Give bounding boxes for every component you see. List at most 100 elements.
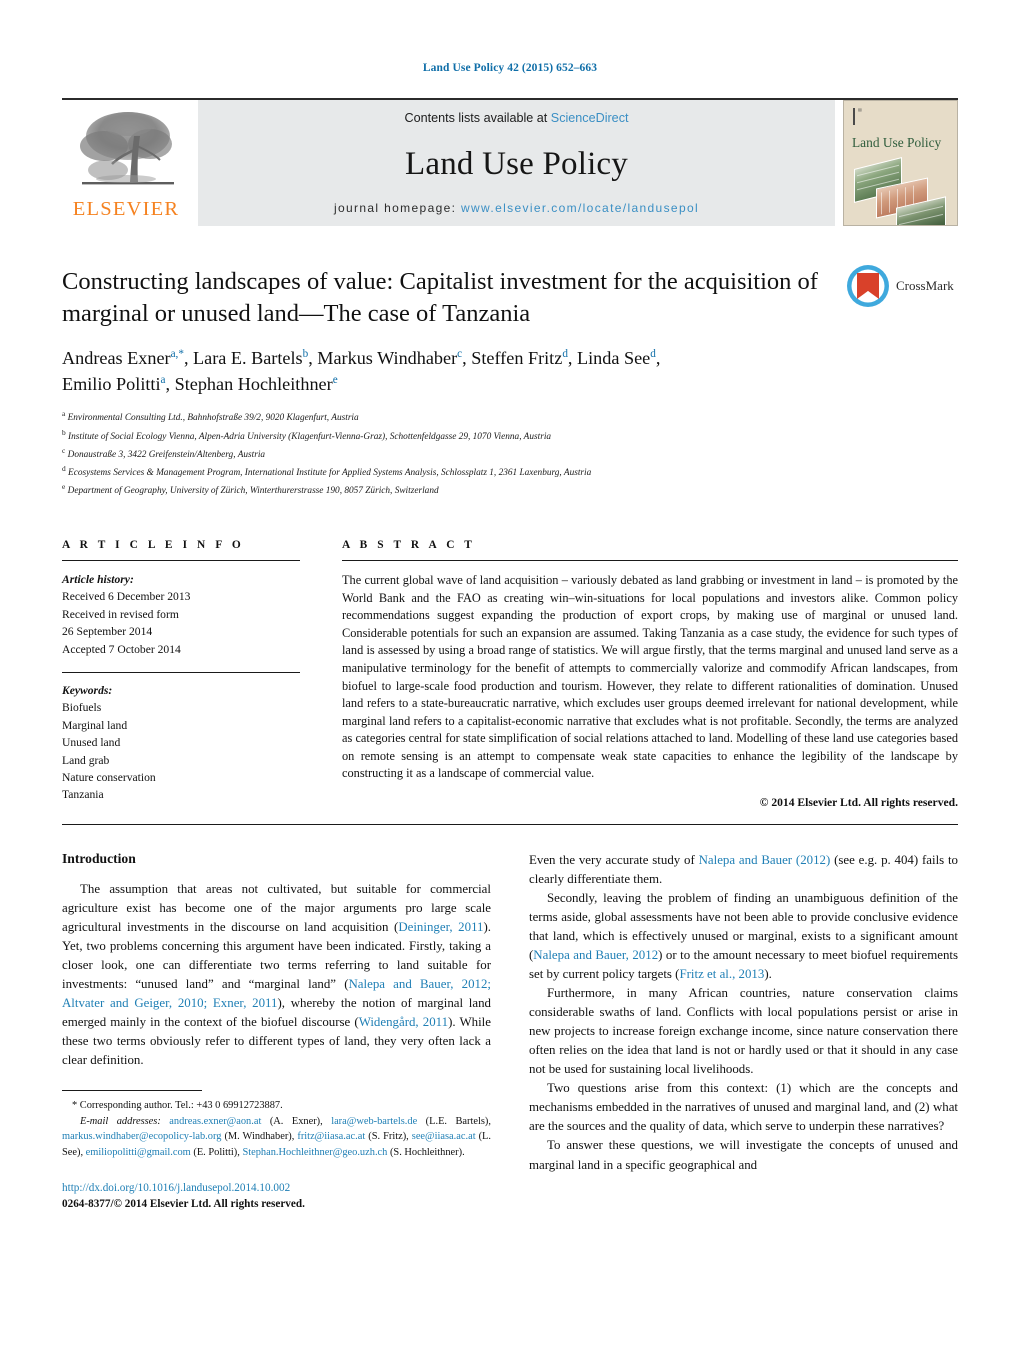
crossmark-icon — [847, 265, 889, 307]
abstract-text: The current global wave of land acquisit… — [342, 573, 958, 781]
doi-block: http://dx.doi.org/10.1016/j.landusepol.2… — [62, 1180, 491, 1212]
keyword-item: Land grab — [62, 753, 110, 767]
citation-link[interactable]: Widengård, 2011 — [359, 1015, 448, 1029]
author-mark: d — [650, 347, 656, 360]
affiliation-mark: e — [62, 481, 66, 491]
citation-link[interactable]: Fritz et al., 2013 — [679, 967, 764, 981]
email-link[interactable]: lara@web-bartels.de — [331, 1116, 417, 1127]
affiliation-item: c Donaustraße 3, 3422 Greifenstein/Alten… — [62, 445, 958, 463]
body-left-column: Introduction The assumption that areas n… — [62, 851, 491, 1212]
keyword-item: Nature conservation — [62, 770, 156, 784]
history-item: 26 September 2014 — [62, 625, 153, 639]
keywords-label: Keywords: — [62, 684, 113, 698]
email-link[interactable]: markus.windhaber@ecopolicy-lab.org — [62, 1131, 221, 1142]
elsevier-logo: ELSEVIER — [62, 100, 190, 226]
keyword-item: Tanzania — [62, 788, 104, 802]
affiliation-text: Institute of Social Ecology Vienna, Alpe… — [68, 431, 552, 442]
keyword-list: Keywords: Biofuels Marginal land Unused … — [62, 682, 300, 804]
email-link[interactable]: andreas.exner@aon.at — [169, 1116, 261, 1127]
corresponding-author-note: * Corresponding author. Tel.: +43 0 6991… — [72, 1100, 283, 1112]
doi-link[interactable]: http://dx.doi.org/10.1016/j.landusepol.2… — [62, 1180, 491, 1196]
author-mark: e — [332, 373, 338, 386]
running-head: Land Use Policy 42 (2015) 652–663 — [422, 62, 598, 74]
email-link[interactable]: fritz@iiasa.ac.at — [297, 1131, 365, 1142]
email-owner: (A. Exner) — [269, 1115, 321, 1127]
author-list: Andreas Exnera,*, Lara E. Bartelsb, Mark… — [62, 347, 661, 394]
citation-link[interactable]: Deininger, 2011 — [398, 920, 483, 934]
body-paragraph: Furthermore, in many African countries, … — [529, 986, 958, 1077]
article-info-column: A R T I C L E I N F O Article history: R… — [62, 539, 300, 809]
article-info-heading: A R T I C L E I N F O — [62, 539, 245, 552]
divider — [62, 560, 300, 562]
contents-available-line: Contents lists available at ScienceDirec… — [404, 111, 628, 125]
email-owner: (M. Windhaber) — [224, 1131, 292, 1143]
keyword-item: Marginal land — [62, 718, 128, 732]
article-history: Article history: Received 6 December 201… — [62, 571, 300, 658]
citation-link[interactable]: Nalepa and Bauer (2012) — [699, 853, 831, 867]
affiliation-list: a Environmental Consulting Ltd., Bahnhof… — [62, 408, 958, 499]
abstract-heading: A B S T R A C T — [342, 539, 476, 552]
author-name: Emilio Politti — [62, 373, 161, 394]
affiliation-mark: a — [62, 409, 66, 419]
body-paragraph: Even the very accurate study of Nalepa a… — [529, 853, 959, 887]
title-block: CrossMark Constructing landscapes of val… — [62, 264, 958, 499]
email-owner: (E. Politti) — [193, 1146, 238, 1158]
author-mark: a — [160, 373, 166, 386]
journal-title: Land Use Policy — [405, 145, 628, 182]
body-paragraph: Secondly, leaving the problem of finding… — [529, 891, 958, 982]
divider — [62, 672, 300, 674]
author-name: Stephan Hochleithner — [174, 373, 333, 394]
divider — [62, 824, 958, 826]
body-paragraph: To answer these questions, we will inves… — [529, 1138, 958, 1172]
info-abstract-section: A R T I C L E I N F O Article history: R… — [62, 539, 958, 809]
crossmark-badge[interactable]: CrossMark — [846, 264, 958, 322]
divider — [342, 560, 958, 562]
journal-homepage-line: journal homepage: www.elsevier.com/locat… — [334, 201, 699, 215]
author-name: Markus Windhaber — [317, 347, 458, 368]
affiliation-item: d Ecosystems Services & Management Progr… — [62, 463, 958, 481]
email-owner: (S. Hochleithner) — [389, 1146, 463, 1158]
body-paragraph: Two questions arise from this context: (… — [529, 1081, 958, 1134]
citation-link[interactable]: Nalepa and Bauer, 2012; Altvater and Gei… — [62, 977, 491, 1010]
author-mark: a,* — [170, 347, 184, 360]
page-title: Constructing landscapes of value: Capita… — [62, 268, 818, 327]
author-name: Linda See — [577, 347, 651, 368]
sciencedirect-link[interactable]: ScienceDirect — [551, 111, 629, 125]
affiliation-text: Department of Geography, University of Z… — [67, 486, 439, 497]
abstract-column: A B S T R A C T The current global wave … — [342, 539, 958, 809]
email-owner: (L.E. Bartels) — [425, 1115, 489, 1127]
crossmark-label: CrossMark — [896, 278, 954, 293]
citation-link[interactable]: Nalepa and Bauer, 2012 — [533, 948, 658, 962]
footnote-divider — [62, 1090, 202, 1092]
affiliation-item: b Institute of Social Ecology Vienna, Al… — [62, 427, 958, 445]
elsevier-wordmark: ELSEVIER — [72, 198, 180, 220]
author-name: Andreas Exner — [62, 347, 171, 368]
article-history-label: Article history: — [62, 573, 134, 587]
contents-prefix: Contents lists available at — [404, 111, 551, 125]
affiliation-item: e Department of Geography, University of… — [62, 481, 958, 499]
affiliation-mark: b — [62, 427, 66, 437]
affiliation-item: a Environmental Consulting Ltd., Bahnhof… — [62, 408, 958, 426]
body-columns: Introduction The assumption that areas n… — [62, 851, 958, 1212]
email-link[interactable]: Stephan.Hochleithner@geo.uzh.ch — [242, 1147, 387, 1158]
email-link[interactable]: emiliopolitti@gmail.com — [86, 1147, 191, 1158]
journal-cover-thumbnail[interactable]: ▤ Land Use Policy — [843, 100, 958, 226]
footnote-block: * Corresponding author. Tel.: +43 0 6991… — [62, 1098, 491, 1160]
body-right-column: Even the very accurate study of Nalepa a… — [529, 851, 958, 1212]
affiliation-mark: c — [62, 445, 66, 455]
cover-journal-title: Land Use Policy — [852, 135, 942, 150]
affiliation-mark: d — [62, 463, 66, 473]
affiliation-text: Donaustraße 3, 3422 Greifenstein/Altenbe… — [67, 449, 266, 460]
author-mark: b — [302, 347, 309, 360]
affiliation-text: Ecosystems Services & Management Program… — [68, 467, 592, 478]
introduction-heading: Introduction — [62, 851, 136, 867]
email-addresses-label: E-mail addresses: — [80, 1115, 161, 1127]
homepage-url-link[interactable]: www.elsevier.com/locate/landusepol — [461, 201, 699, 215]
masthead-center: Contents lists available at ScienceDirec… — [198, 100, 835, 226]
cover-elsevier-icon: ▤ — [853, 107, 877, 125]
author-name: Steffen Fritz — [471, 347, 563, 368]
email-link[interactable]: see@iiasa.ac.at — [412, 1131, 476, 1142]
elsevier-tree-icon — [74, 106, 178, 198]
body-paragraph: The assumption that areas not cultivated… — [62, 882, 491, 1068]
homepage-label: journal homepage: — [333, 201, 462, 215]
